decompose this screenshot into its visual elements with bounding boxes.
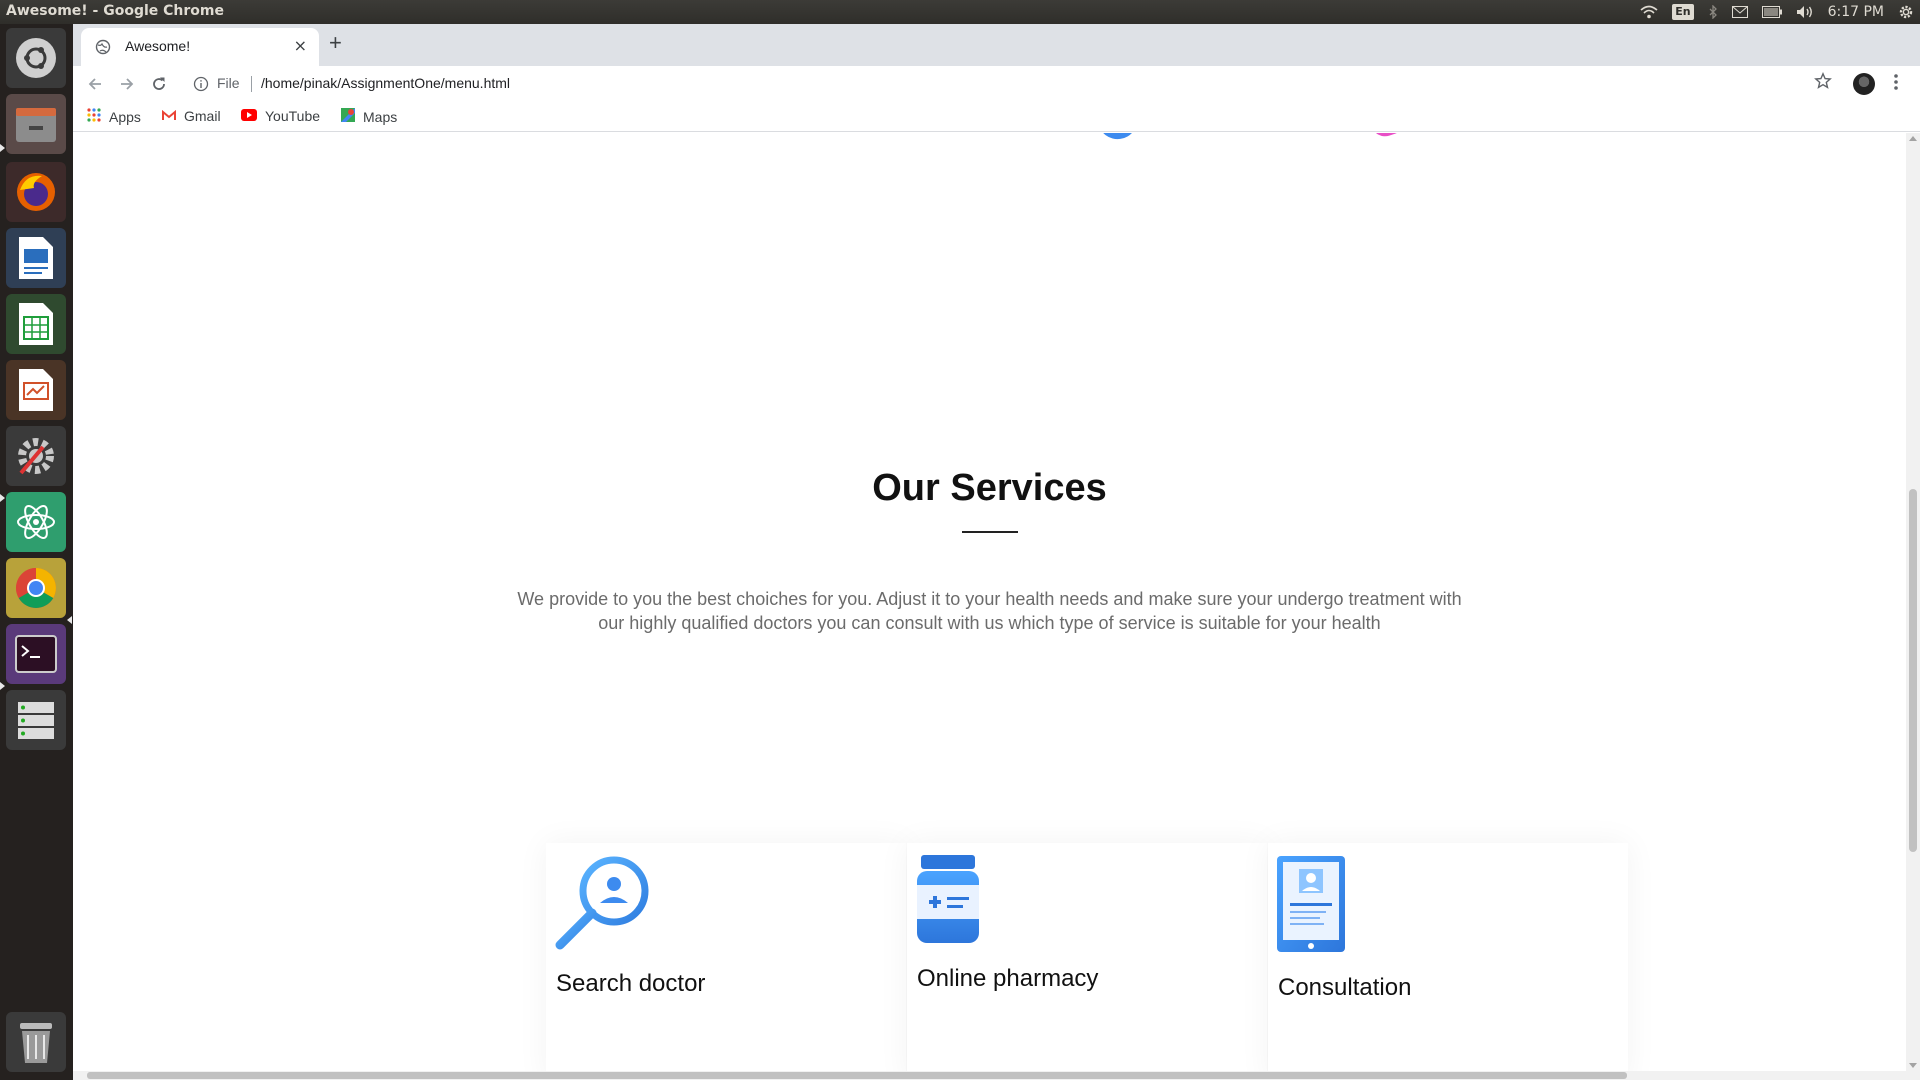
bookmark-label: Gmail xyxy=(184,108,221,124)
apps-grid-icon xyxy=(87,108,101,125)
services-heading: Our Services xyxy=(872,467,1107,509)
terminal-icon[interactable] xyxy=(6,624,66,684)
globe-icon xyxy=(95,39,111,59)
launcher-running-indicator xyxy=(0,144,5,152)
hero-illustration-fragment xyxy=(1371,133,1409,140)
services-description: We provide to you the best choiches for … xyxy=(517,589,1462,633)
tab-close-icon[interactable]: × xyxy=(294,36,307,55)
keyboard-layout-indicator[interactable]: En xyxy=(1672,0,1694,24)
scrollbar-thumb[interactable] xyxy=(87,1072,1627,1079)
hero-illustration-fragment xyxy=(1097,133,1141,142)
service-card-online-pharmacy[interactable]: Online pharmacy xyxy=(907,843,1267,1071)
scroll-up-arrow-icon[interactable] xyxy=(1909,136,1917,141)
files-icon[interactable] xyxy=(6,94,66,154)
tab-active[interactable]: Awesome! × xyxy=(81,28,319,66)
impress-icon[interactable] xyxy=(6,360,66,420)
bookmarks-bar: Apps Gmail YouTube Maps xyxy=(73,102,1920,132)
browser-window: Awesome! × + File /home/pinak/Assignment… xyxy=(73,24,1920,1080)
bookmark-star-icon[interactable] xyxy=(1814,72,1832,94)
mail-icon[interactable] xyxy=(1731,0,1748,24)
menu-kebab-icon[interactable] xyxy=(1893,72,1899,96)
bookmark-gmail[interactable]: Gmail xyxy=(162,108,221,124)
calc-icon[interactable] xyxy=(6,294,66,354)
ubuntu-dash-icon[interactable] xyxy=(6,28,66,88)
new-tab-button[interactable]: + xyxy=(329,30,342,56)
wifi-icon[interactable] xyxy=(1640,0,1658,24)
service-card-search-doctor[interactable]: Search doctor xyxy=(546,843,906,1071)
battery-icon[interactable] xyxy=(1761,0,1782,24)
server-icon[interactable] xyxy=(6,690,66,750)
consultation-tablet-icon xyxy=(1276,855,1346,957)
address-bar[interactable]: File /home/pinak/AssignmentOne/menu.html xyxy=(185,70,1845,98)
forward-icon[interactable] xyxy=(115,72,139,96)
url-text[interactable]: /home/pinak/AssignmentOne/menu.html xyxy=(261,75,510,91)
system-settings-icon[interactable] xyxy=(6,426,66,486)
tab-strip: Awesome! × + xyxy=(73,24,1920,66)
bluetooth-icon[interactable] xyxy=(1708,0,1718,24)
firefox-icon[interactable] xyxy=(6,162,66,222)
url-separator xyxy=(251,76,252,92)
bookmark-label: Apps xyxy=(109,108,141,125)
pharmacy-bottle-icon xyxy=(915,855,981,949)
heading-divider xyxy=(962,531,1018,533)
tab-title: Awesome! xyxy=(125,38,191,54)
gmail-icon xyxy=(162,108,176,124)
search-doctor-icon xyxy=(554,855,650,955)
scrollbar-thumb[interactable] xyxy=(1909,489,1917,852)
bookmark-label: Maps xyxy=(363,108,398,125)
vertical-scrollbar[interactable] xyxy=(1906,133,1920,1071)
reload-icon[interactable] xyxy=(147,72,171,96)
gear-icon[interactable] xyxy=(1898,0,1914,24)
service-card-title: Consultation xyxy=(1278,974,1412,1001)
atom-icon[interactable] xyxy=(6,492,66,552)
service-card-title: Search doctor xyxy=(556,970,706,997)
writer-icon[interactable] xyxy=(6,228,66,288)
launcher-focused-indicator xyxy=(67,616,72,624)
trash-icon[interactable] xyxy=(6,1012,66,1072)
system-top-panel: Awesome! - Google Chrome En 6:17 PM xyxy=(0,0,1920,24)
volume-icon[interactable] xyxy=(1796,0,1814,24)
launcher-running-indicator xyxy=(0,682,5,690)
chrome-icon[interactable] xyxy=(6,558,66,618)
launcher xyxy=(0,24,73,1080)
scroll-down-arrow-icon[interactable] xyxy=(1909,1063,1917,1068)
service-card-consultation[interactable]: Consultation xyxy=(1268,843,1628,1071)
bookmark-apps[interactable]: Apps xyxy=(87,108,141,125)
window-title: Awesome! - Google Chrome xyxy=(6,3,225,19)
profile-avatar[interactable] xyxy=(1853,73,1875,95)
launcher-running-indicator xyxy=(0,494,5,502)
bookmark-maps[interactable]: Maps xyxy=(341,108,397,125)
page-viewport: Our Services We provide to you the best … xyxy=(73,133,1906,1071)
system-tray: En 6:17 PM xyxy=(1640,0,1914,24)
back-icon[interactable] xyxy=(83,72,107,96)
youtube-icon xyxy=(241,108,257,124)
browser-toolbar: File /home/pinak/AssignmentOne/menu.html xyxy=(73,66,1920,102)
bookmark-youtube[interactable]: YouTube xyxy=(241,108,320,124)
clock[interactable]: 6:17 PM xyxy=(1828,0,1884,24)
url-scheme-chip[interactable]: File xyxy=(217,75,240,91)
maps-icon xyxy=(341,108,355,125)
horizontal-scrollbar[interactable] xyxy=(73,1071,1920,1080)
service-card-title: Online pharmacy xyxy=(917,965,1099,992)
bookmark-label: YouTube xyxy=(265,108,321,124)
info-icon[interactable] xyxy=(193,76,209,96)
